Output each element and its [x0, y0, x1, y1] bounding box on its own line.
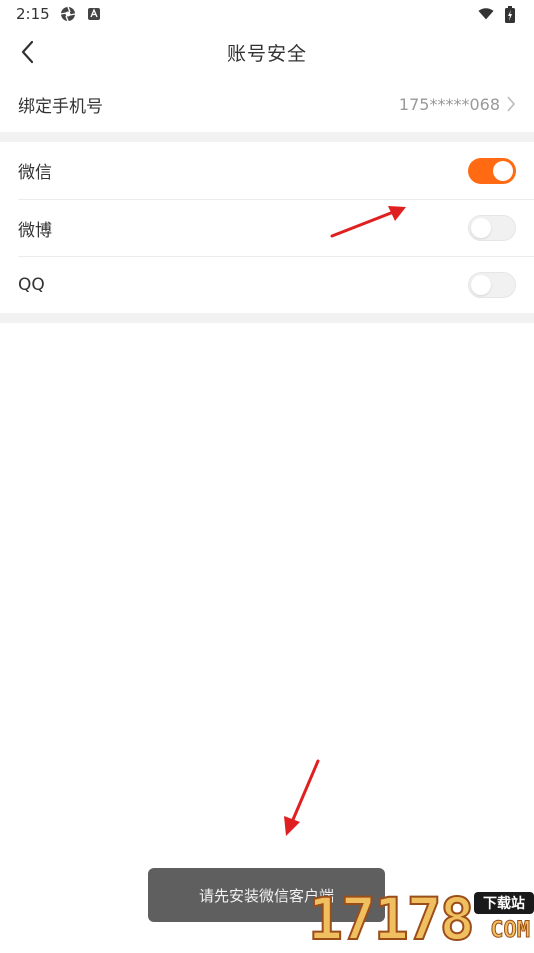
- wechat-binding-row: 微信: [0, 142, 534, 199]
- phone-number: 175*****068: [398, 94, 500, 114]
- page-title: 账号安全: [226, 42, 307, 65]
- weibo-binding-row: 微博: [0, 200, 534, 256]
- nav-bar: 账号安全: [0, 28, 534, 76]
- weibo-toggle[interactable]: [468, 215, 516, 241]
- wifi-icon: [478, 6, 494, 22]
- chevron-right-icon: [507, 96, 516, 112]
- back-button[interactable]: [10, 34, 46, 70]
- status-left: 2:15: [16, 5, 102, 23]
- qq-toggle[interactable]: [468, 272, 516, 298]
- app-notification-icon: [86, 6, 102, 22]
- phone-binding-value-group: 175*****068: [399, 95, 516, 114]
- toggle-knob: [493, 160, 513, 181]
- section-gap: [0, 132, 534, 142]
- status-time: 2:15: [16, 5, 50, 23]
- battery-charging-icon: [502, 5, 518, 23]
- toggle-knob: [471, 218, 491, 238]
- toggle-knob: [471, 275, 491, 295]
- qq-label: QQ: [18, 275, 45, 295]
- phone-binding-row[interactable]: 绑定手机号 175*****068: [0, 76, 534, 132]
- aperture-icon: [60, 6, 76, 22]
- chevron-left-icon: [21, 40, 34, 64]
- wechat-label: 微信: [18, 163, 52, 183]
- watermark-suffix: COM: [490, 918, 531, 944]
- section-gap-bottom: [0, 313, 534, 323]
- wechat-toggle[interactable]: [468, 157, 516, 184]
- watermark-logo: 17178 下载站 COM: [307, 885, 534, 953]
- annotation-arrow-icon: [330, 206, 406, 238]
- phone-binding-label: 绑定手机号: [18, 96, 103, 117]
- status-bar: 2:15: [0, 0, 534, 28]
- annotation-arrow-icon: [284, 759, 320, 836]
- watermark-badge: 下载站: [474, 892, 534, 914]
- watermark-digits: 17178: [307, 885, 476, 953]
- qq-binding-row: QQ: [0, 257, 534, 313]
- status-right: [478, 5, 518, 23]
- weibo-label: 微博: [18, 220, 52, 241]
